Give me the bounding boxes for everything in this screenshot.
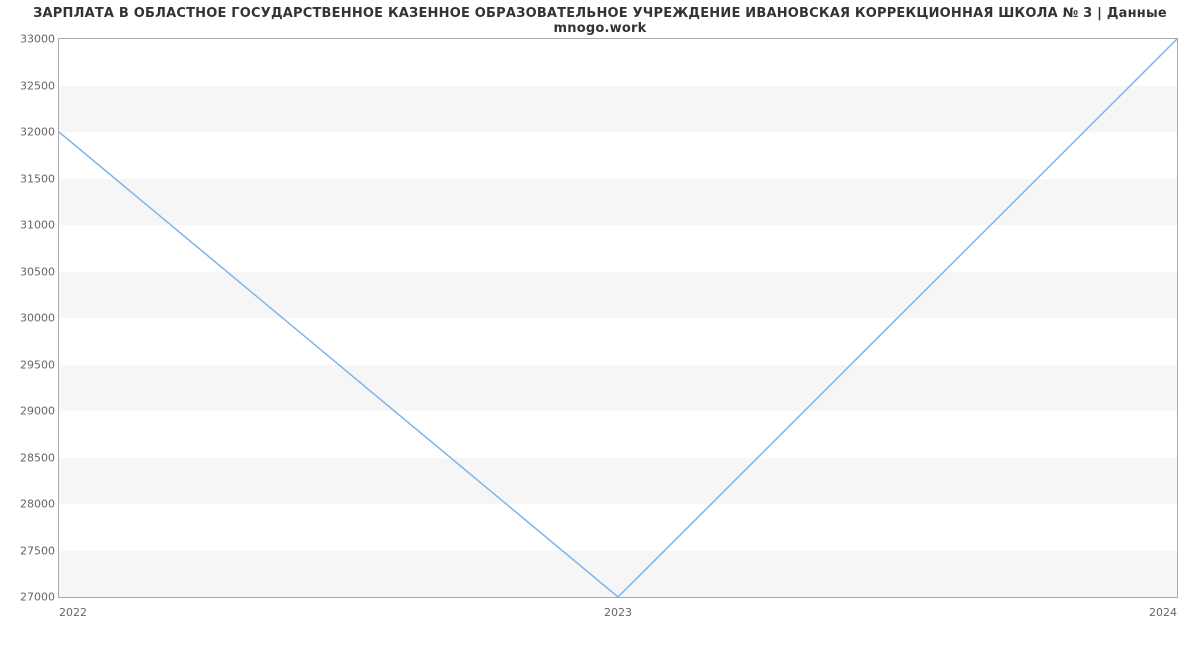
chart-container: ЗАРПЛАТА В ОБЛАСТНОЕ ГОСУДАРСТВЕННОЕ КАЗ…	[0, 0, 1200, 650]
line-series	[59, 39, 1177, 597]
y-tick-label: 32500	[9, 79, 55, 92]
x-tick-label: 2022	[59, 606, 87, 619]
x-tick-label: 2024	[1149, 606, 1177, 619]
y-tick-label: 29000	[9, 405, 55, 418]
y-tick-label: 28500	[9, 451, 55, 464]
plot-area: 2700027500280002850029000295003000030500…	[58, 38, 1178, 598]
y-tick-label: 32000	[9, 126, 55, 139]
y-tick-label: 33000	[9, 33, 55, 46]
y-tick-label: 27000	[9, 591, 55, 604]
y-tick-label: 31500	[9, 172, 55, 185]
y-tick-label: 29500	[9, 358, 55, 371]
y-tick-label: 30500	[9, 265, 55, 278]
y-tick-label: 27500	[9, 544, 55, 557]
series-line	[59, 39, 1177, 597]
y-tick-label: 28000	[9, 498, 55, 511]
chart-title: ЗАРПЛАТА В ОБЛАСТНОЕ ГОСУДАРСТВЕННОЕ КАЗ…	[0, 6, 1200, 36]
y-tick-label: 30000	[9, 312, 55, 325]
y-tick-label: 31000	[9, 219, 55, 232]
x-tick-label: 2023	[604, 606, 632, 619]
